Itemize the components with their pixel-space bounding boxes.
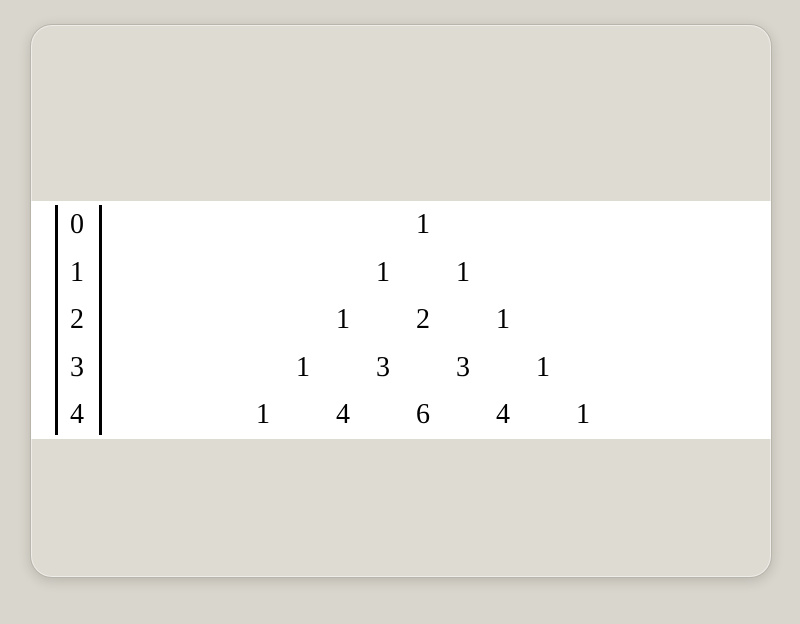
row-index: 0 xyxy=(55,201,99,249)
triangle-cell: 1 xyxy=(416,201,430,249)
triangle-cell: 1 xyxy=(496,296,510,344)
triangle-cell: 4 xyxy=(496,391,510,439)
triangle-cell: 1 xyxy=(296,344,310,392)
triangle-cell: 1 xyxy=(376,249,390,297)
row-index: 3 xyxy=(55,344,99,392)
row-cells: 11 xyxy=(99,249,747,297)
triangle-cell: 1 xyxy=(336,296,350,344)
row-cells: 1 xyxy=(99,201,747,249)
triangle-cell: 1 xyxy=(536,344,550,392)
row-cells: 1 4 6 4 1 xyxy=(99,391,747,439)
pascal-triangle: 01111212131331414641 xyxy=(55,201,747,439)
triangle-cell: 3 xyxy=(456,344,470,392)
triangle-cell: 1 xyxy=(576,391,590,439)
triangle-row: 4 1 4 6 4 1 xyxy=(55,391,747,439)
row-index: 4 xyxy=(55,391,99,439)
row-index: 2 xyxy=(55,296,99,344)
triangle-cell: 1 xyxy=(256,391,270,439)
triangle-cell: 2 xyxy=(416,296,430,344)
triangle-row: 01 xyxy=(55,201,747,249)
row-cells: 1 3 3 1 xyxy=(99,344,747,392)
slide-card: 01111212131331414641 xyxy=(30,24,772,578)
triangle-row: 111 xyxy=(55,249,747,297)
triangle-rows: 01111212131331414641 xyxy=(55,201,747,439)
triangle-row: 2 1 2 1 xyxy=(55,296,747,344)
triangle-cell: 4 xyxy=(336,391,350,439)
row-index: 1 xyxy=(55,249,99,297)
triangle-cell: 6 xyxy=(416,391,430,439)
triangle-row: 3 1 3 3 1 xyxy=(55,344,747,392)
triangle-cell: 1 xyxy=(456,249,470,297)
row-cells: 1 2 1 xyxy=(99,296,747,344)
triangle-cell: 3 xyxy=(376,344,390,392)
